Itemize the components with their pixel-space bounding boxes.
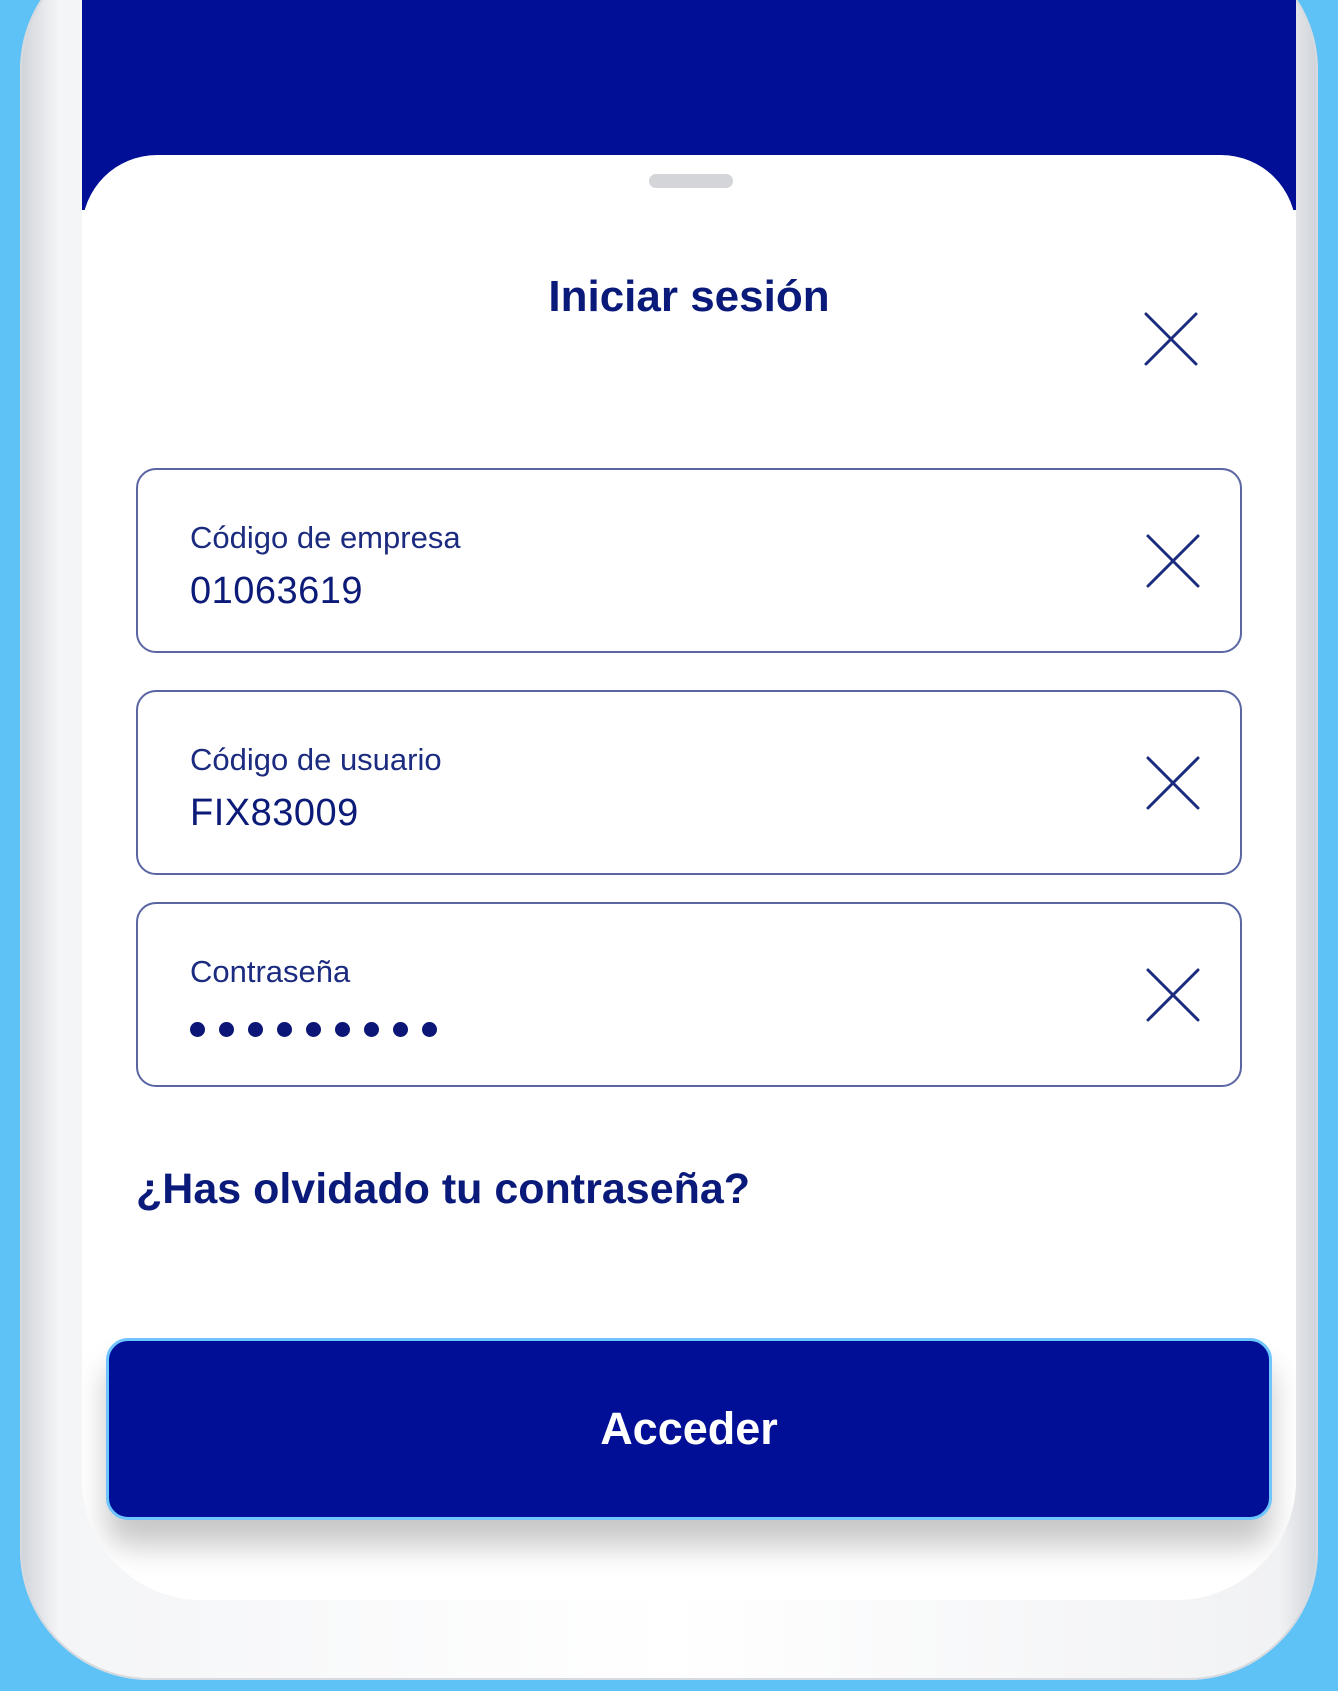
password-dot [364, 1022, 379, 1037]
password-dot [190, 1022, 205, 1037]
user-code-value[interactable]: FIX83009 [190, 792, 359, 835]
company-code-field[interactable]: Código de empresa 01063619 [136, 468, 1242, 653]
user-code-label: Código de usuario [190, 742, 442, 777]
password-label: Contraseña [190, 954, 351, 989]
forgot-password-link[interactable]: ¿Has olvidado tu contraseña? [136, 1165, 750, 1214]
password-dot [248, 1022, 263, 1037]
password-dot [335, 1022, 350, 1037]
password-dot [422, 1022, 437, 1037]
clear-icon[interactable] [1144, 532, 1202, 590]
password-masked-value[interactable] [190, 1022, 437, 1037]
app-screen: Iniciar sesión Código de empresa 0106361… [82, 0, 1296, 1600]
password-field[interactable]: Contraseña [136, 902, 1242, 1087]
password-dot [306, 1022, 321, 1037]
password-dot [393, 1022, 408, 1037]
sheet-title: Iniciar sesión [548, 272, 830, 321]
close-icon[interactable] [1142, 310, 1200, 368]
clear-icon[interactable] [1144, 754, 1202, 812]
user-code-field[interactable]: Código de usuario FIX83009 [136, 690, 1242, 875]
password-dot [277, 1022, 292, 1037]
sheet-grab-handle[interactable] [649, 174, 733, 188]
company-code-label: Código de empresa [190, 520, 461, 555]
access-button[interactable]: Acceder [106, 1338, 1272, 1520]
password-dot [219, 1022, 234, 1037]
company-code-value[interactable]: 01063619 [190, 570, 363, 613]
clear-icon[interactable] [1144, 966, 1202, 1024]
